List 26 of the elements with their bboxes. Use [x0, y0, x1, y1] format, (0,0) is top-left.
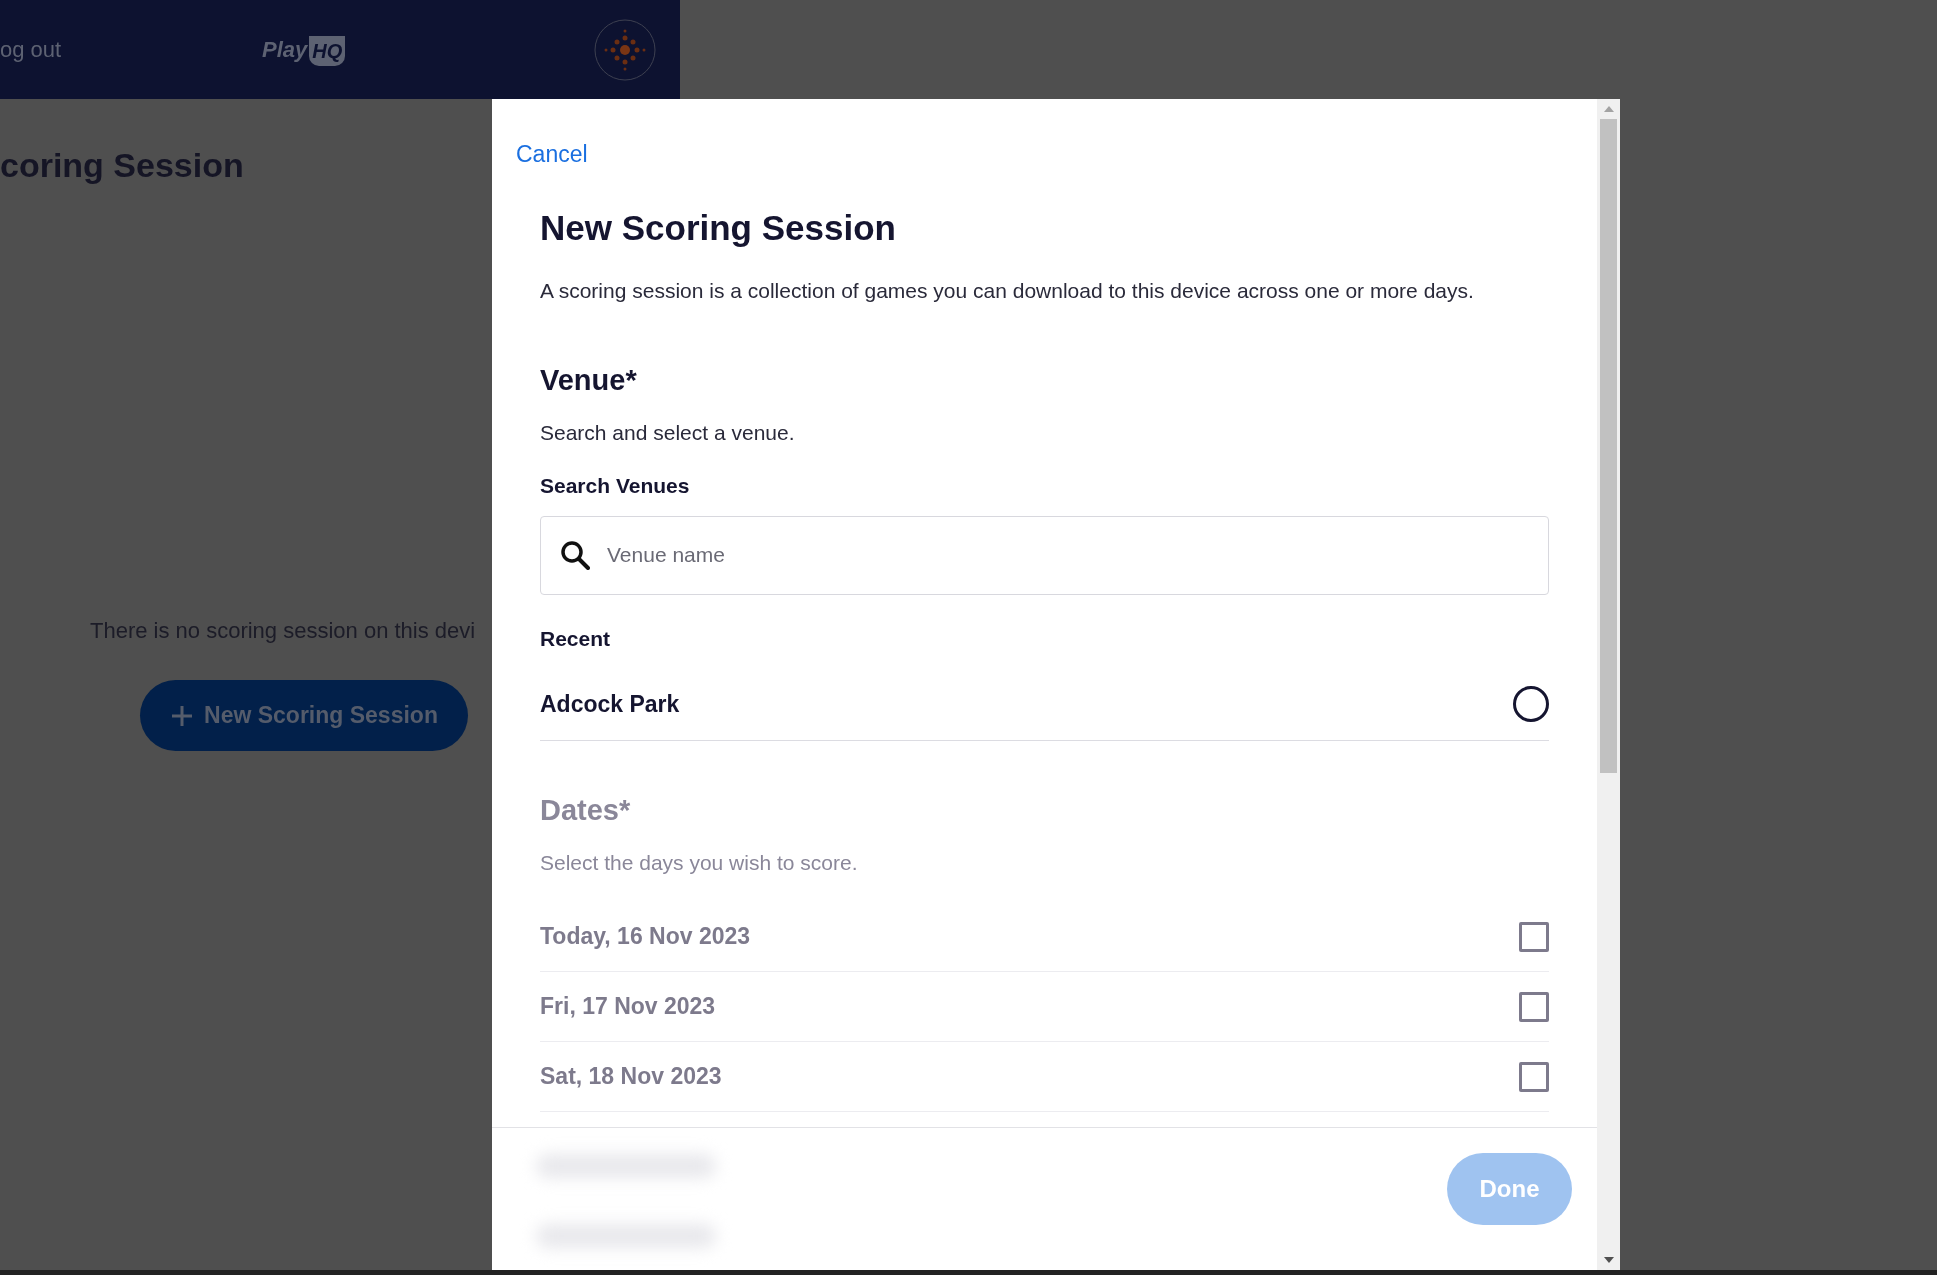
- plus-icon: [170, 703, 195, 728]
- scrollbar-thumb[interactable]: [1600, 119, 1617, 773]
- section-hint: Search and select a venue.: [540, 419, 796, 446]
- field-label: Recent: [540, 625, 612, 652]
- field-label: Search Venues: [540, 473, 691, 499]
- date-label: Sat, 18 Nov 2023: [540, 1062, 722, 1092]
- section-heading: Dates*: [540, 793, 632, 828]
- section-heading: Venue*: [540, 363, 638, 398]
- venue-name: Adcock Park: [540, 689, 680, 719]
- logout-link[interactable]: og out: [0, 33, 250, 66]
- modal-title: New Scoring Session: [540, 206, 897, 249]
- page-title: coring Session: [0, 145, 244, 186]
- scrollbar[interactable]: [1597, 99, 1620, 1270]
- cancel-link[interactable]: Cancel: [516, 137, 1549, 172]
- scroll-up-icon[interactable]: [1603, 105, 1614, 113]
- search-field[interactable]: Venue name: [540, 515, 1549, 595]
- date-label: Fri, 17 Nov 2023: [540, 992, 716, 1022]
- radio-button[interactable]: [1513, 686, 1549, 722]
- search-icon: [560, 539, 590, 570]
- new-session-button[interactable]: New Scoring Session: [140, 680, 468, 751]
- logo-shield: HQ: [309, 36, 346, 66]
- scroll-down-icon[interactable]: [1603, 1256, 1614, 1264]
- logo-text: Play: [262, 36, 308, 64]
- description-text: A scoring session is a collection of games you can download to this device across one or more days.: [540, 278, 1475, 304]
- date-label: Today, 16 Nov 2023: [540, 922, 751, 952]
- section-hint: Select the days you wish to score.: [540, 849, 859, 876]
